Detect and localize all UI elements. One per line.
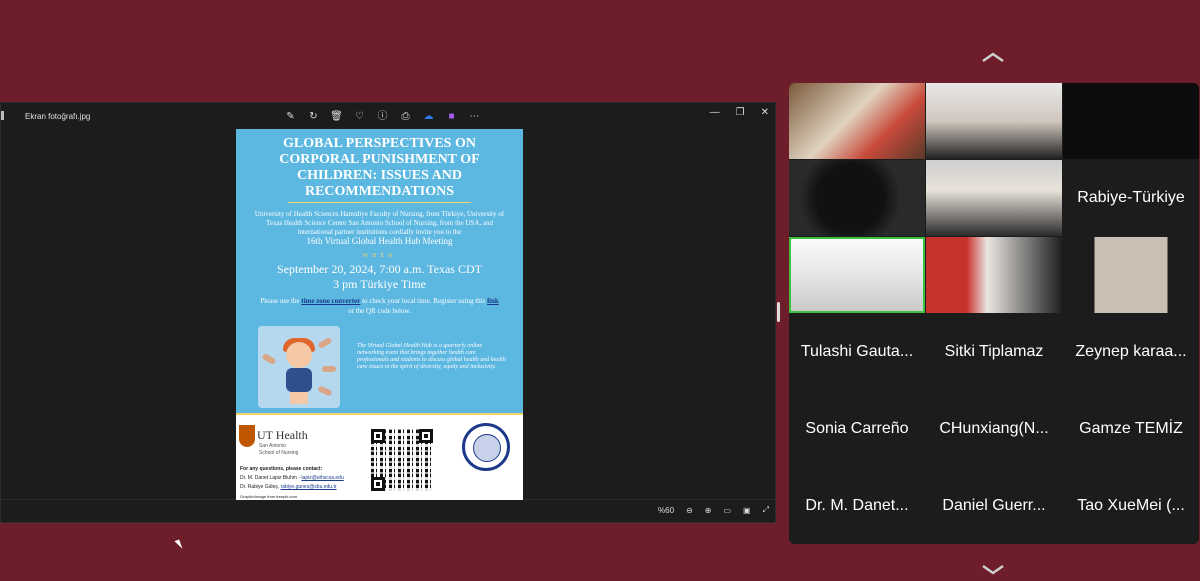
participant-tile[interactable]: Sonia Carreño bbox=[789, 391, 925, 467]
contact-title: For any questions, please contact: bbox=[240, 466, 323, 472]
participant-video bbox=[1063, 83, 1199, 159]
maximize-icon[interactable]: ❐ bbox=[736, 107, 745, 118]
note-text: to check your local time. Register using… bbox=[362, 297, 486, 305]
actual-size-icon[interactable]: ▣ bbox=[743, 506, 751, 515]
participant-tile[interactable]: Tulashi Gauta... bbox=[789, 314, 925, 390]
ut-subtitle: San Antonio School of Nursing bbox=[259, 443, 298, 457]
participant-tile[interactable] bbox=[926, 83, 1062, 159]
participant-tile[interactable]: Zeynep karaa... bbox=[1063, 314, 1199, 390]
contact-email: rabiye.gunes@sbu.edu.tr bbox=[280, 484, 337, 490]
poster-title: GLOBAL PERSPECTIVES ON CORPORAL PUNISHME… bbox=[279, 136, 480, 199]
split-handle[interactable] bbox=[777, 302, 780, 322]
participant-tile[interactable]: Tao XueMei (... bbox=[1063, 468, 1199, 544]
zoom-level[interactable]: %60 bbox=[658, 506, 674, 515]
participant-tile[interactable] bbox=[1063, 83, 1199, 159]
info-icon[interactable]: ⓘ bbox=[375, 110, 390, 124]
ut-sub-line: School of Nursing bbox=[259, 450, 299, 456]
date-line-1: September 20, 2024, 7:00 a.m. Texas CDT bbox=[277, 262, 482, 276]
image-credit: Graphic/image from freepik.com bbox=[240, 494, 297, 499]
poster-invite: University of Health Sciences Hamidiye F… bbox=[250, 210, 509, 247]
ut-health-name: UT Health bbox=[257, 428, 308, 442]
participant-tile[interactable]: CHunxiang(N... bbox=[926, 391, 1062, 467]
note-text: Please use the bbox=[260, 297, 300, 305]
participant-tile[interactable] bbox=[1063, 237, 1199, 313]
participant-tile[interactable]: Daniel Guerr... bbox=[926, 468, 1062, 544]
qr-code bbox=[371, 429, 433, 491]
participant-name: Tao XueMei (... bbox=[1077, 497, 1185, 514]
participant-name: Sitki Tiplamaz bbox=[944, 343, 1044, 360]
favorite-icon[interactable]: ♡ bbox=[352, 110, 367, 124]
window-controls: — ❐ ✕ bbox=[710, 107, 769, 118]
participant-name: Sonia Carreño bbox=[805, 420, 909, 437]
date-line-2: 3 pm Türkiye Time bbox=[333, 277, 426, 291]
mouse-cursor bbox=[174, 539, 183, 551]
participant-name: CHunxiang(N... bbox=[939, 420, 1049, 437]
chevron-down-icon[interactable] bbox=[981, 563, 1005, 575]
close-icon[interactable]: ✕ bbox=[761, 107, 769, 118]
when-label: WHEN bbox=[362, 253, 397, 259]
participant-name: Daniel Guerr... bbox=[942, 497, 1046, 514]
rotate-icon[interactable]: ↻ bbox=[306, 110, 321, 124]
minimize-icon[interactable]: — bbox=[710, 107, 720, 118]
participant-name: Tulashi Gauta... bbox=[800, 343, 914, 360]
viewer-toolbar: ✎ ↻ 🗑 ♡ ⓘ ⎙ ☁ ■ ⋯ bbox=[283, 110, 482, 124]
participant-tile[interactable] bbox=[926, 160, 1062, 236]
note-text: or the QR code below. bbox=[348, 307, 411, 315]
participant-name: Gamze TEMİZ bbox=[1079, 420, 1183, 437]
viewer-statusbar: %60 ⊖ ⊕ ▭ ▣ ⤢ bbox=[1, 499, 775, 522]
participant-gallery: Rabiye-Türkiye Tulashi Gauta... Sitki Tipl… bbox=[789, 83, 1199, 544]
zoom-in-icon[interactable]: ⊕ bbox=[705, 506, 712, 515]
participant-video bbox=[789, 83, 925, 159]
contact-name: Dr. Rabiye Güleş, bbox=[240, 484, 280, 490]
participant-tile[interactable]: Dr. M. Danet... bbox=[789, 468, 925, 544]
poster-footer: UT Health San Antonio School of Nursing … bbox=[236, 413, 523, 500]
university-seal-logo bbox=[462, 423, 510, 471]
participant-name: Dr. M. Danet... bbox=[805, 497, 909, 514]
zoom-out-icon[interactable]: ⊖ bbox=[686, 506, 693, 515]
participant-video bbox=[1063, 237, 1199, 313]
divider bbox=[288, 202, 471, 203]
edit-icon[interactable]: ✎ bbox=[283, 110, 298, 124]
app-icon bbox=[1, 111, 4, 120]
clipchamp-icon[interactable]: ■ bbox=[444, 110, 459, 124]
fit-window-icon[interactable]: ▭ bbox=[723, 506, 731, 515]
participant-tile[interactable]: Sitki Tiplamaz bbox=[926, 314, 1062, 390]
participant-tile[interactable] bbox=[926, 237, 1062, 313]
file-name: Ekran fotoğrafı.jpg bbox=[25, 112, 91, 121]
contact-name: Dr. M. Danet Lapiz Bluhm - bbox=[240, 475, 301, 481]
participant-video bbox=[791, 239, 923, 311]
child-illustration bbox=[258, 326, 340, 408]
ut-sub-line: San Antonio bbox=[259, 443, 286, 449]
meeting-name: 16th Virtual Global Health Hub Meeting bbox=[306, 236, 453, 246]
participant-video bbox=[926, 160, 1062, 236]
fullscreen-icon[interactable]: ⤢ bbox=[763, 505, 769, 515]
participant-tile[interactable]: Gamze TEMİZ bbox=[1063, 391, 1199, 467]
poster-image: GLOBAL PERSPECTIVES ON CORPORAL PUNISHME… bbox=[236, 129, 523, 500]
participant-name: Rabiye-Türkiye bbox=[1077, 189, 1185, 206]
more-icon[interactable]: ⋯ bbox=[467, 110, 482, 124]
viewer-titlebar: Ekran fotoğrafı.jpg ✎ ↻ 🗑 ♡ ⓘ ⎙ ☁ ■ ⋯ — … bbox=[1, 103, 775, 129]
chevron-up-icon[interactable] bbox=[981, 50, 1005, 63]
participant-video bbox=[926, 83, 1062, 159]
register-link: link bbox=[487, 297, 499, 305]
poster-date: September 20, 2024, 7:00 a.m. Texas CDT … bbox=[236, 262, 523, 292]
participant-video bbox=[926, 237, 1062, 313]
invite-text: University of Health Sciences Hamidiye F… bbox=[254, 210, 505, 236]
hub-description: The Virtual Global Health Hub is a quart… bbox=[357, 343, 506, 370]
participant-tile[interactable] bbox=[789, 83, 925, 159]
contact-email: lapiz@uthscsa.edu bbox=[301, 475, 344, 481]
participant-tile[interactable] bbox=[789, 237, 925, 313]
poster-note: Please use the time zone converter to ch… bbox=[240, 296, 519, 316]
print-icon[interactable]: ⎙ bbox=[398, 110, 413, 124]
delete-icon[interactable]: 🗑 bbox=[329, 110, 344, 124]
ut-shield-logo bbox=[239, 425, 255, 447]
onedrive-icon[interactable]: ☁ bbox=[421, 110, 436, 124]
participant-name: Zeynep karaa... bbox=[1075, 343, 1187, 360]
contact-info: For any questions, please contact: Dr. M… bbox=[240, 465, 344, 500]
time-zone-link: time zone converter bbox=[301, 297, 361, 305]
participant-tile[interactable] bbox=[789, 160, 925, 236]
participant-tile[interactable]: Rabiye-Türkiye bbox=[1063, 160, 1199, 236]
participant-video bbox=[789, 160, 925, 236]
